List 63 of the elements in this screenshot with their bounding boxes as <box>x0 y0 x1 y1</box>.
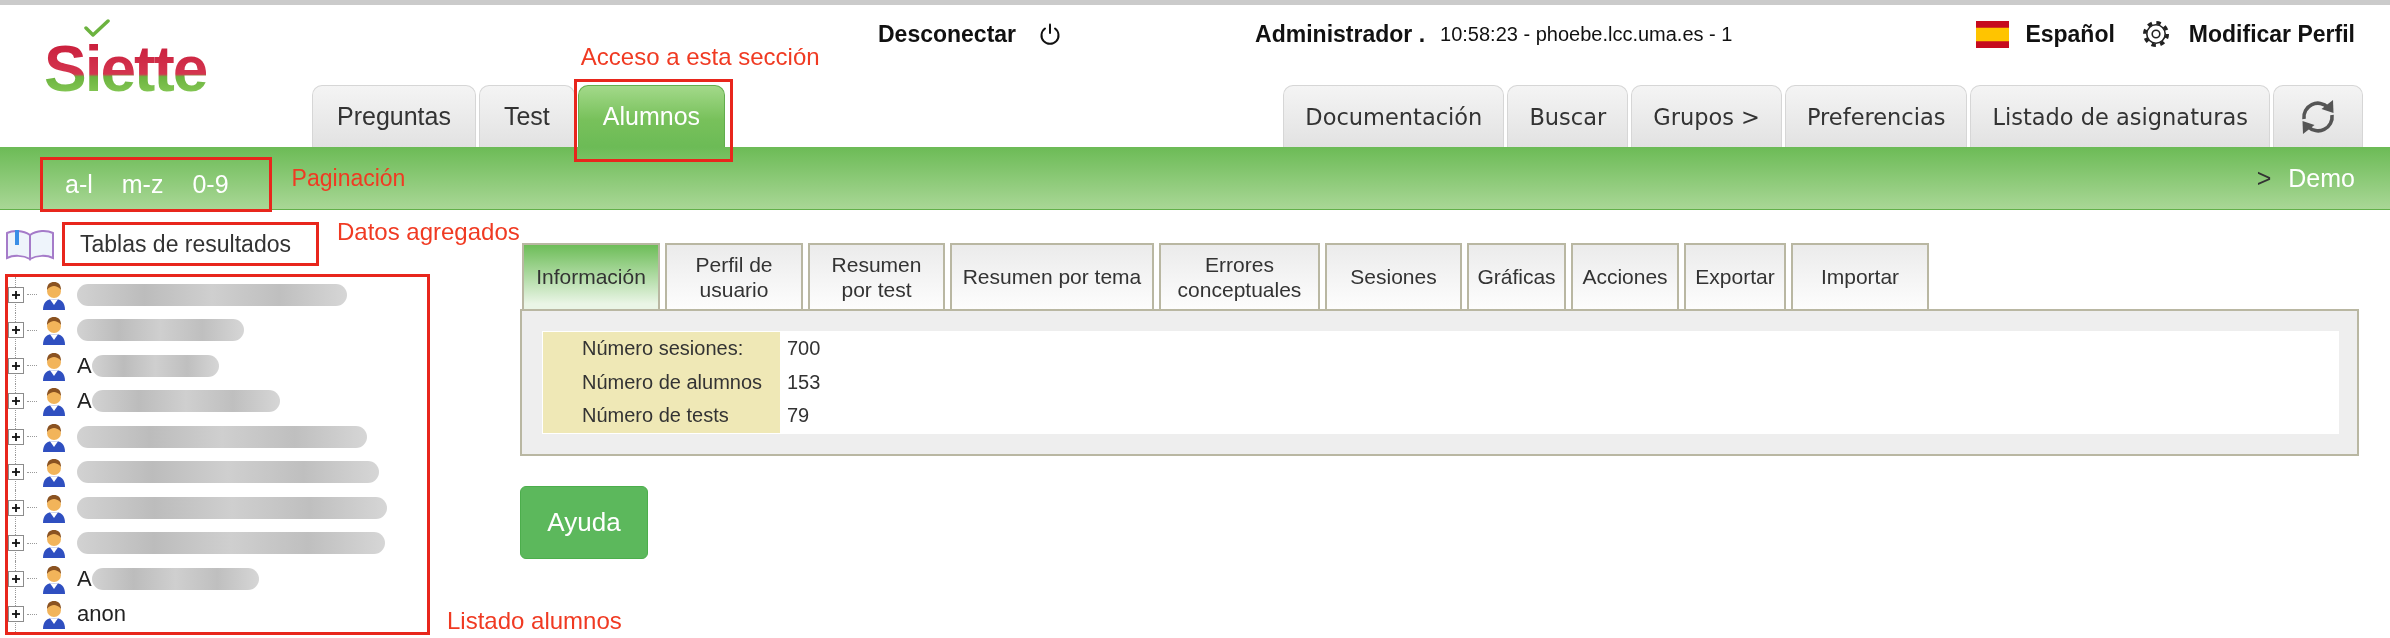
sub-tab[interactable]: Exportar <box>1684 243 1786 309</box>
expand-icon[interactable] <box>8 393 24 410</box>
session-info: 10:58:23 - phoebe.lcc.uma.es - 1 <box>1440 22 1733 46</box>
check-icon <box>84 19 110 37</box>
nav-tab[interactable]: Test <box>478 85 575 147</box>
book-icon <box>5 227 55 261</box>
expand-icon[interactable] <box>8 286 24 303</box>
info-label: Número sesiones: <box>543 332 780 366</box>
callout-label: Paginación <box>291 164 406 192</box>
sub-tab[interactable]: Información <box>522 243 660 309</box>
nav-tab[interactable]: Documentación <box>1283 85 1505 147</box>
user-icon <box>41 315 67 346</box>
callout-label: Acceso a esta sección <box>580 43 820 71</box>
nav-tab[interactable]: Buscar <box>1507 85 1629 147</box>
user-icon <box>41 386 67 417</box>
student-name[interactable]: A <box>77 352 92 379</box>
flag-icon[interactable] <box>1976 20 2010 48</box>
sub-tab[interactable]: Resumen por tema <box>950 243 1154 309</box>
nav-tab[interactable]: Preguntas <box>312 85 476 147</box>
info-value: 153 <box>786 369 822 395</box>
user-icon <box>41 599 67 630</box>
settings-icon[interactable] <box>2141 20 2170 48</box>
expand-icon[interactable] <box>8 322 24 339</box>
refresh-button[interactable] <box>2273 85 2363 147</box>
nav-tab[interactable]: Preferencias <box>1784 85 1968 147</box>
callout-label: Listado alumnos <box>447 607 622 635</box>
profile-link[interactable]: Modificar Perfil <box>2188 20 2355 48</box>
user-icon <box>41 528 67 559</box>
language-link[interactable]: Español <box>2025 20 2115 48</box>
expand-icon[interactable] <box>8 535 24 552</box>
student-name[interactable]: anon <box>77 601 126 628</box>
results-tables-link[interactable]: Tablas de resultados <box>80 230 291 258</box>
sub-tab[interactable]: Resumen por test <box>808 243 945 309</box>
info-value: 79 <box>786 403 811 429</box>
sub-tab[interactable]: Perfil de usuario <box>665 243 803 309</box>
expand-icon[interactable] <box>8 357 24 374</box>
info-value: 700 <box>786 336 822 362</box>
expand-icon[interactable] <box>8 464 24 481</box>
logout-link[interactable]: Desconectar <box>878 20 1017 48</box>
sub-tab[interactable]: Importar <box>1791 243 1929 309</box>
expand-icon[interactable] <box>8 606 24 623</box>
user-icon <box>41 350 67 381</box>
breadcrumb-separator: > <box>2256 163 2272 193</box>
sub-tab[interactable]: Gráficas <box>1467 243 1566 309</box>
student-name[interactable]: A <box>77 565 92 592</box>
user-icon <box>41 279 67 310</box>
sub-tab[interactable]: Acciones <box>1571 243 1679 309</box>
user-icon <box>41 421 67 452</box>
user-icon <box>41 563 67 594</box>
callout-label: Datos agregados <box>336 218 520 246</box>
nav-tab[interactable]: Listado de asignaturas <box>1970 85 2270 147</box>
info-label: Número de tests <box>543 399 780 433</box>
expand-icon[interactable] <box>8 428 24 445</box>
sub-tab[interactable]: Sesiones <box>1325 243 1462 309</box>
info-label: Número de alumnos <box>543 365 780 400</box>
nav-tab[interactable]: Grupos > <box>1631 85 1782 147</box>
user-icon <box>41 457 67 488</box>
user-icon <box>41 492 67 523</box>
user-name: Administrador . <box>1255 20 1426 48</box>
sub-tab[interactable]: Errores conceptuales <box>1159 243 1320 309</box>
student-name[interactable]: A <box>77 388 92 415</box>
expand-icon[interactable] <box>8 570 24 587</box>
expand-icon[interactable] <box>8 499 24 516</box>
